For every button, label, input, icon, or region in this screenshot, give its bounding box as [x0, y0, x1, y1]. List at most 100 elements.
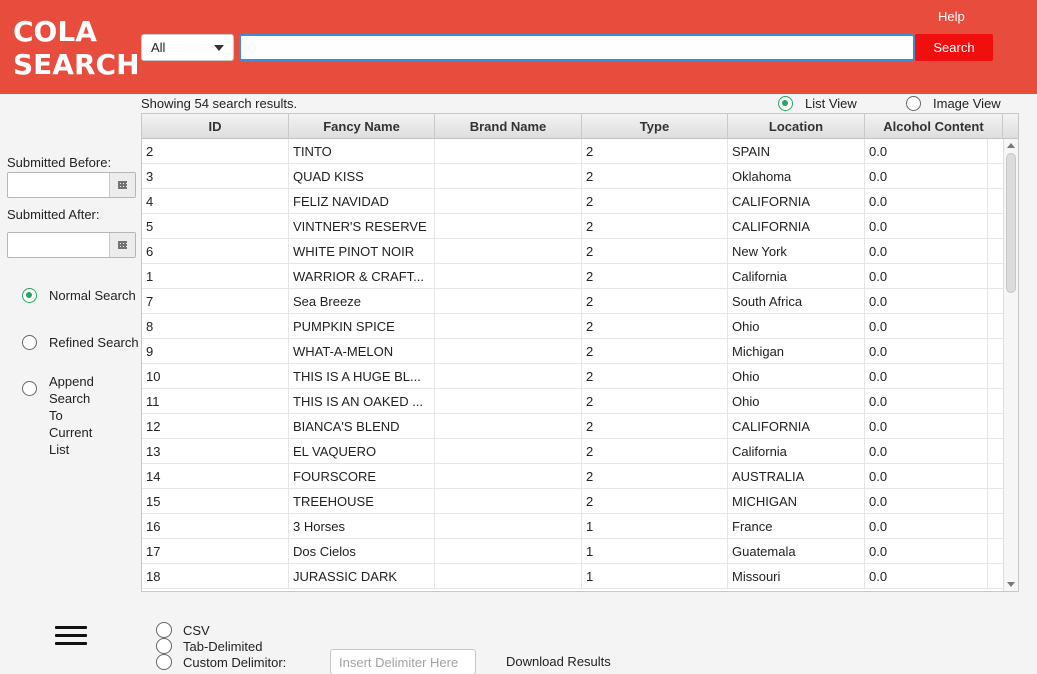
- normal-search-radio[interactable]: [22, 288, 37, 303]
- table-row[interactable]: 2 TINTO 2 SPAIN 0.0: [142, 139, 1003, 164]
- hamburger-menu-icon[interactable]: [55, 626, 87, 648]
- cell-fancy-name: Sea Breeze: [289, 289, 435, 314]
- cell-fancy-name: 3 Horses: [289, 514, 435, 539]
- cell-fancy-name: TREEHOUSE: [289, 489, 435, 514]
- table-row[interactable]: 15 TREEHOUSE 2 MICHIGAN 0.0: [142, 489, 1003, 514]
- cell-type: 2: [582, 139, 728, 164]
- cell-id: 13: [142, 439, 289, 464]
- cell-type: 2: [582, 289, 728, 314]
- scroll-up-arrow-icon[interactable]: [1007, 143, 1015, 148]
- table-row[interactable]: 1 WARRIOR & CRAFT... 2 California 0.0: [142, 264, 1003, 289]
- cell-type: 1: [582, 539, 728, 564]
- cell-id: 2: [142, 139, 289, 164]
- column-header-alcohol-content[interactable]: Alcohol Content: [865, 114, 1003, 139]
- refined-search-radio[interactable]: [22, 335, 37, 350]
- table-header: ID Fancy Name Brand Name Type Location Alcoho…: [142, 114, 1018, 139]
- cell-alcohol-content: 0.0: [865, 239, 988, 264]
- tab-delimited-radio[interactable]: [156, 638, 172, 654]
- custom-delimiter-radio[interactable]: [156, 654, 172, 670]
- cell-type: 2: [582, 439, 728, 464]
- cell-fancy-name: WARRIOR & CRAFT...: [289, 264, 435, 289]
- table-row[interactable]: 14 FOURSCORE 2 AUSTRALIA 0.0: [142, 464, 1003, 489]
- table-row[interactable]: 9 WHAT-A-MELON 2 Michigan 0.0: [142, 339, 1003, 364]
- refined-search-option[interactable]: Refined Search: [22, 334, 139, 351]
- cell-brand-name: [435, 339, 582, 364]
- cell-alcohol-content: 0.0: [865, 489, 988, 514]
- table-row[interactable]: 8 PUMPKIN SPICE 2 Ohio 0.0: [142, 314, 1003, 339]
- table-row[interactable]: 5 VINTNER'S RESERVE 2 CALIFORNIA 0.0: [142, 214, 1003, 239]
- tab-delimited-label: Tab-Delimited: [183, 638, 263, 654]
- calendar-icon[interactable]: [109, 173, 135, 197]
- table-row[interactable]: 4 FELIZ NAVIDAD 2 CALIFORNIA 0.0: [142, 189, 1003, 214]
- download-results-button[interactable]: Download Results: [506, 654, 611, 669]
- cell-brand-name: [435, 464, 582, 489]
- submitted-after-label: Submitted After:: [7, 207, 100, 222]
- cell-alcohol-content: 0.0: [865, 314, 988, 339]
- cell-brand-name: [435, 389, 582, 414]
- table-body[interactable]: 2 TINTO 2 SPAIN 0.0 3 QUAD KISS 2 Oklahoma 0.0 4 FE…: [142, 139, 1003, 591]
- csv-radio[interactable]: [156, 622, 172, 638]
- column-header-brand-name[interactable]: Brand Name: [435, 114, 582, 139]
- category-select[interactable]: All: [141, 34, 234, 61]
- table-row[interactable]: 12 BIANCA'S BLEND 2 CALIFORNIA 0.0: [142, 414, 1003, 439]
- cell-brand-name: [435, 139, 582, 164]
- append-search-radio[interactable]: [22, 381, 37, 396]
- cell-brand-name: [435, 564, 582, 589]
- vertical-scrollbar[interactable]: [1003, 139, 1018, 591]
- scrollbar-thumb[interactable]: [1006, 153, 1016, 293]
- table-row[interactable]: 18 JURASSIC DARK 1 Missouri 0.0: [142, 564, 1003, 589]
- search-button[interactable]: Search: [915, 34, 993, 61]
- export-csv-option[interactable]: CSV: [156, 622, 210, 638]
- delimiter-input[interactable]: [330, 649, 476, 674]
- submitted-after-picker[interactable]: [7, 232, 136, 258]
- help-link[interactable]: Help: [938, 9, 965, 24]
- cell-location: MICHIGAN: [728, 489, 865, 514]
- table-row[interactable]: 17 Dos Cielos 1 Guatemala 0.0: [142, 539, 1003, 564]
- append-search-option[interactable]: Append Search To Current List: [22, 373, 94, 458]
- export-tab-option[interactable]: Tab-Delimited: [156, 638, 262, 654]
- cell-type: 2: [582, 464, 728, 489]
- submitted-before-picker[interactable]: [7, 172, 136, 198]
- cell-brand-name: [435, 414, 582, 439]
- image-view-option[interactable]: Image View: [906, 96, 1001, 111]
- cell-brand-name: [435, 264, 582, 289]
- scroll-down-arrow-icon[interactable]: [1007, 582, 1015, 587]
- cell-id: 9: [142, 339, 289, 364]
- column-header-location[interactable]: Location: [728, 114, 865, 139]
- cell-location: SPAIN: [728, 139, 865, 164]
- table-row[interactable]: 10 THIS IS A HUGE BL... 2 Ohio 0.0: [142, 364, 1003, 389]
- cell-type: 2: [582, 364, 728, 389]
- cell-brand-name: [435, 514, 582, 539]
- table-row[interactable]: 3 QUAD KISS 2 Oklahoma 0.0: [142, 164, 1003, 189]
- cell-type: 2: [582, 314, 728, 339]
- cell-brand-name: [435, 439, 582, 464]
- column-header-fancy-name[interactable]: Fancy Name: [289, 114, 435, 139]
- cell-fancy-name: JURASSIC DARK: [289, 564, 435, 589]
- search-input[interactable]: [239, 34, 915, 61]
- cell-location: Oklahoma: [728, 164, 865, 189]
- list-view-option[interactable]: List View: [778, 96, 857, 111]
- export-custom-option[interactable]: Custom Delimitor:: [156, 654, 286, 670]
- results-table[interactable]: ID Fancy Name Brand Name Type Location Alcoho…: [141, 113, 1019, 592]
- submitted-after-field[interactable]: [8, 233, 109, 257]
- table-row[interactable]: 13 EL VAQUERO 2 California 0.0: [142, 439, 1003, 464]
- cell-id: 14: [142, 464, 289, 489]
- results-count: Showing 54 search results.: [141, 96, 298, 111]
- list-view-radio[interactable]: [778, 96, 793, 111]
- table-row[interactable]: 6 WHITE PINOT NOIR 2 New York 0.0: [142, 239, 1003, 264]
- submitted-before-field[interactable]: [8, 173, 109, 197]
- cell-brand-name: [435, 189, 582, 214]
- cell-brand-name: [435, 489, 582, 514]
- image-view-radio[interactable]: [906, 96, 921, 111]
- column-header-id[interactable]: ID: [142, 114, 289, 139]
- table-row[interactable]: 11 THIS IS AN OAKED ... 2 Ohio 0.0: [142, 389, 1003, 414]
- calendar-icon[interactable]: [109, 233, 135, 257]
- cell-type: 2: [582, 214, 728, 239]
- column-header-type[interactable]: Type: [582, 114, 728, 139]
- normal-search-option[interactable]: Normal Search: [22, 287, 136, 304]
- table-row[interactable]: 7 Sea Breeze 2 South Africa 0.0: [142, 289, 1003, 314]
- cell-fancy-name: TINTO: [289, 139, 435, 164]
- cell-alcohol-content: 0.0: [865, 539, 988, 564]
- category-selected-value: All: [151, 40, 166, 55]
- table-row[interactable]: 16 3 Horses 1 France 0.0: [142, 514, 1003, 539]
